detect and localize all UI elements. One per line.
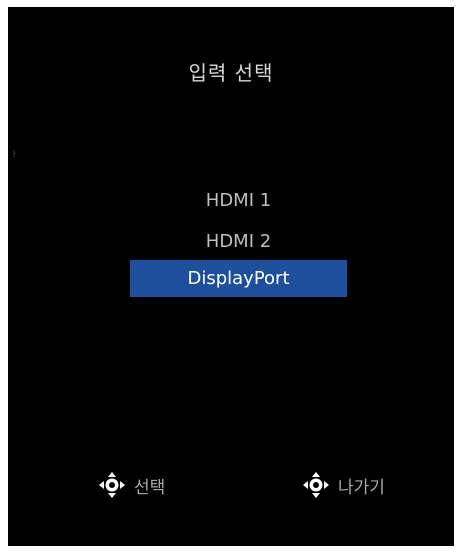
menu-item-hdmi2[interactable]: HDMI 2 <box>130 223 347 260</box>
osd-screen: ᅡ 입력 선택 HDMI 1 HDMI 2 DisplayPort 선택 나가기 <box>8 7 454 546</box>
menu-item-hdmi1[interactable]: HDMI 1 <box>130 182 347 219</box>
joystick-nav-icon <box>303 472 329 498</box>
exit-hint: 나가기 <box>302 472 385 498</box>
joystick-nav-icon <box>99 472 125 498</box>
select-hint-label: 선택 <box>134 477 166 498</box>
select-hint: 선택 <box>98 472 165 498</box>
stray-glyph: ᅡ <box>4 150 17 166</box>
page-title: 입력 선택 <box>188 61 274 85</box>
exit-hint-label: 나가기 <box>338 477 385 498</box>
menu-item-displayport[interactable]: DisplayPort <box>130 260 347 297</box>
